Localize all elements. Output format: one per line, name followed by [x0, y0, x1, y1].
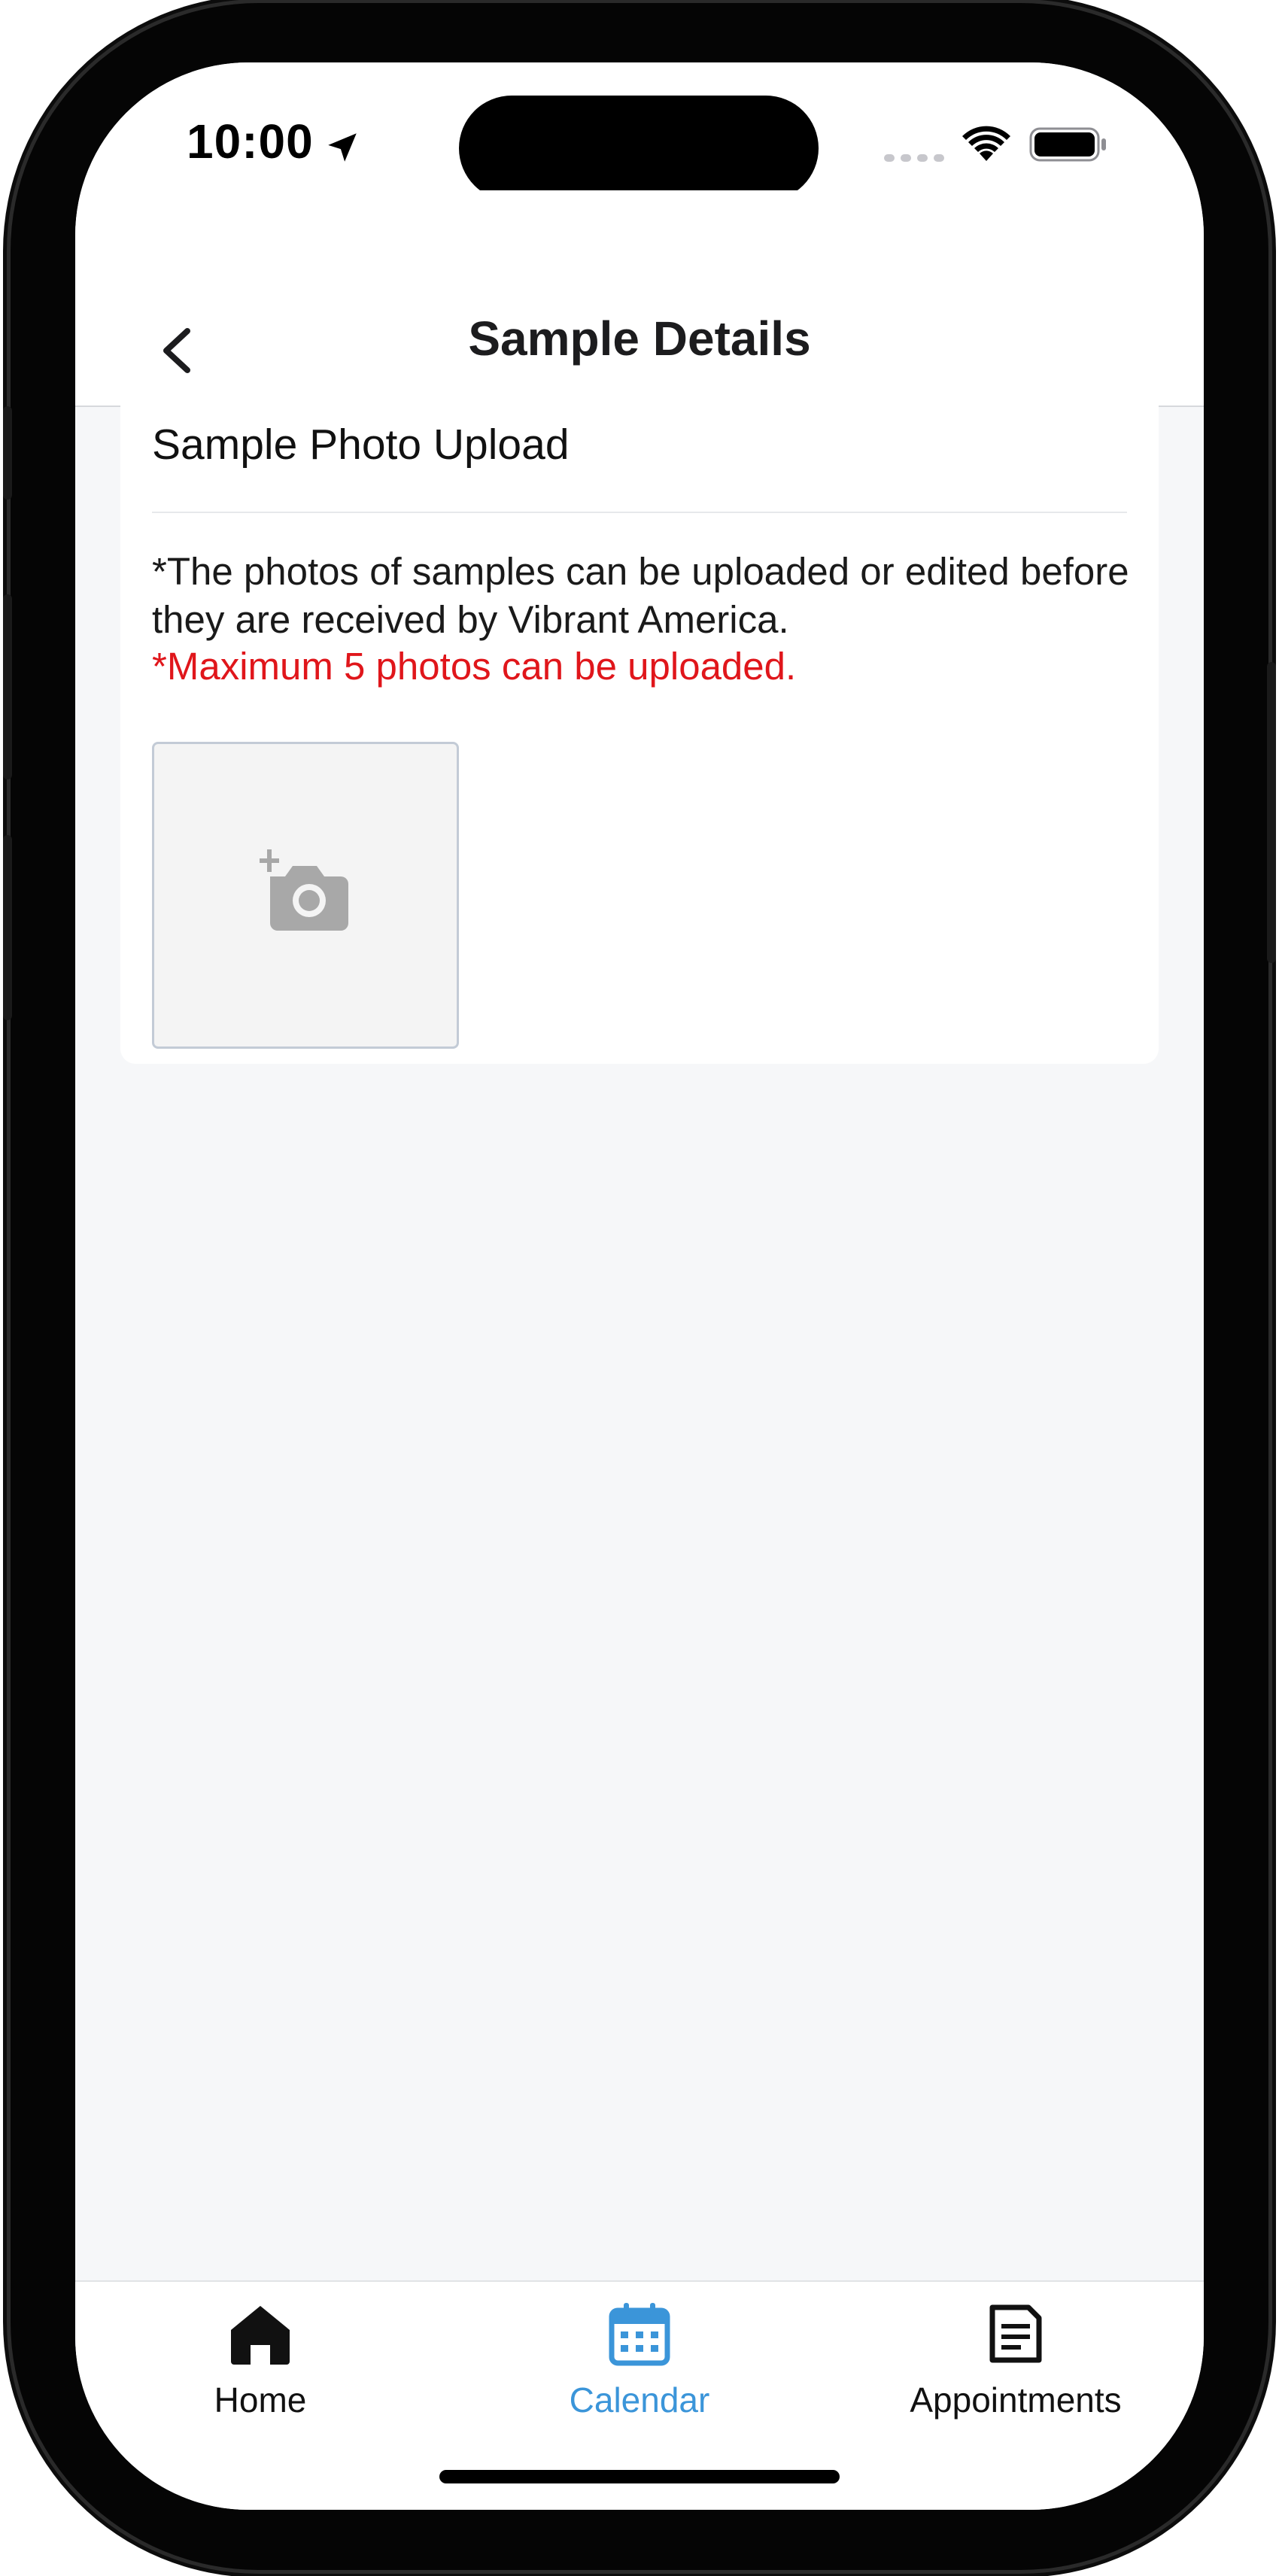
upload-description: *The photos of samples can be uploaded o…	[152, 550, 1129, 641]
add-photo-icon	[260, 849, 348, 931]
card-divider	[152, 512, 1127, 513]
signal-icon	[884, 154, 944, 162]
side-button-power	[1267, 662, 1276, 963]
status-time: 10:00	[187, 114, 314, 169]
photo-upload-card: Sample Photo Upload *The photos of sampl…	[120, 378, 1159, 1064]
calendar-icon	[609, 2303, 670, 2366]
document-icon	[989, 2304, 1042, 2363]
home-icon	[231, 2306, 290, 2365]
wifi-icon	[962, 126, 1010, 161]
add-photo-button[interactable]	[152, 742, 459, 1049]
page-title: Sample Details	[468, 311, 811, 366]
home-indicator[interactable]	[439, 2470, 840, 2483]
card-title: Sample Photo Upload	[152, 421, 570, 469]
dynamic-island	[459, 96, 819, 201]
tab-calendar[interactable]: Calendar	[504, 2282, 775, 2432]
navigation-bar: Sample Details	[75, 190, 1204, 407]
tab-calendar-label: Calendar	[569, 2380, 710, 2420]
status-bar: 10:00	[75, 62, 1204, 201]
side-button-volume-up	[3, 594, 12, 779]
tab-home[interactable]: Home	[125, 2282, 396, 2432]
side-button-volume-down	[3, 835, 12, 1020]
location-arrow-icon	[328, 133, 357, 162]
tab-appointments[interactable]: Appointments	[880, 2282, 1151, 2432]
tab-appointments-label: Appointments	[910, 2380, 1122, 2420]
tab-home-label: Home	[214, 2380, 307, 2420]
screen: 10:00 Sample Details Sample Photo Upload…	[75, 62, 1204, 2510]
side-button-action	[3, 406, 12, 500]
upload-limit-warning: *Maximum 5 photos can be uploaded.	[152, 645, 797, 688]
battery-icon	[1029, 127, 1106, 162]
